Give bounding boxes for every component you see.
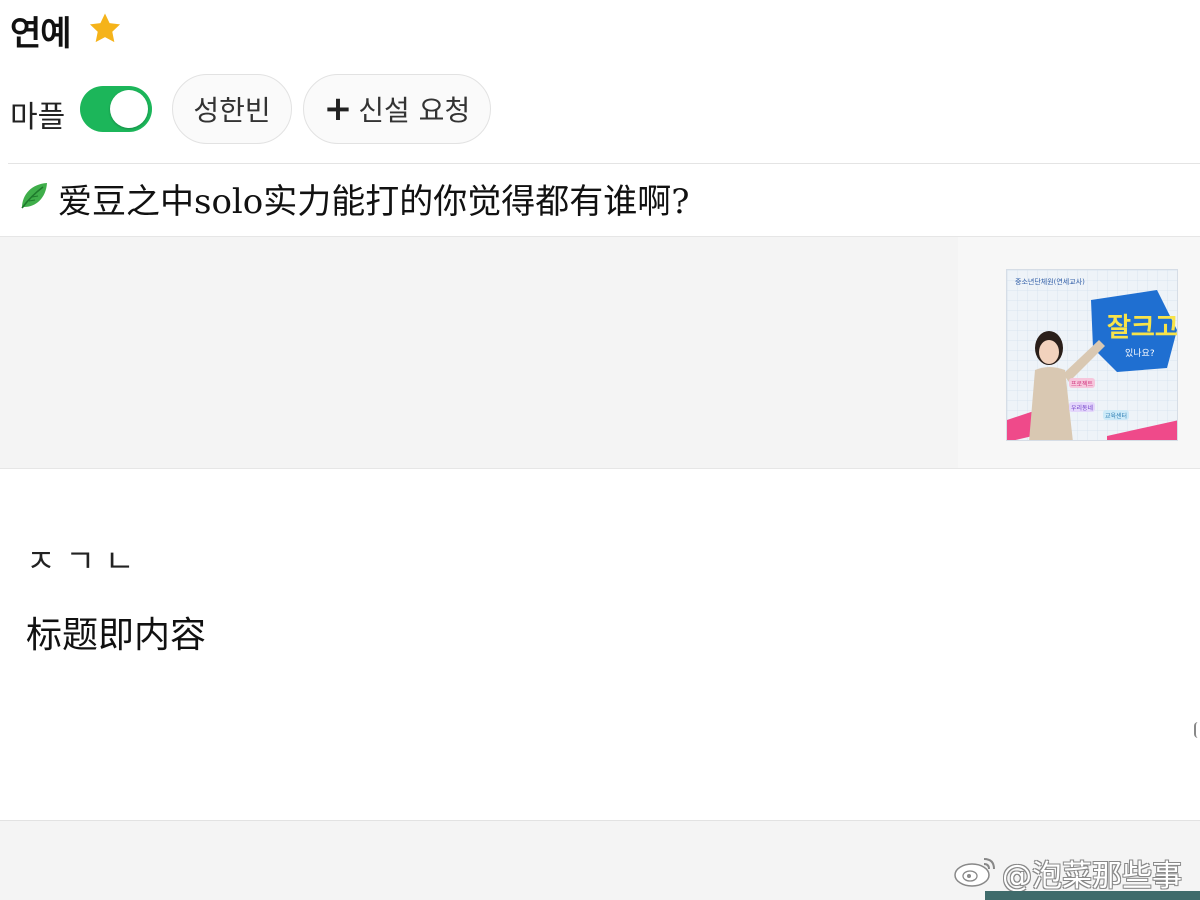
post-title-row[interactable]: 爱豆之中solo实力能打的你觉得都有谁啊?: [0, 164, 1200, 236]
mapeul-toggle[interactable]: [80, 86, 152, 132]
star-icon[interactable]: [86, 10, 124, 48]
thumbnail-illustration: 중소년단체원(연세교사) 잘크고 있나요? 프로젝트 우리동네 교육센터: [1007, 270, 1178, 440]
thumbnail-tag-3: 교육센터: [1105, 412, 1127, 420]
thumbnail-tag-1: 프로젝트: [1071, 380, 1094, 388]
post-body-jamo: ㅈㄱㄴ: [26, 542, 145, 580]
board-header: 연예: [0, 0, 1200, 62]
plus-icon: +: [323, 89, 353, 129]
scroll-indicator: [1194, 722, 1200, 738]
thumbnail-headline: 잘크고: [1107, 313, 1178, 343]
post-body-text: 标题即内容: [26, 615, 207, 656]
thumbnail-area: 중소년단체원(연세교사) 잘크고 있나요? 프로젝트 우리동네 교육센터: [958, 237, 1200, 468]
member-chip-label: 성한빈: [193, 94, 271, 127]
bottom-band: @泡菜那些事: [0, 820, 1200, 900]
leaf-icon: [21, 183, 47, 209]
thumbnail-subline: 있나요?: [1125, 347, 1155, 359]
member-chip[interactable]: 성한빈: [172, 74, 292, 144]
watermark-text: @泡菜那些事: [1002, 859, 1182, 894]
request-chip-label: 신설 요청: [358, 94, 471, 127]
thumbnail-tag-2: 우리동네: [1071, 404, 1093, 412]
mapeul-label: 마플: [10, 100, 66, 135]
media-band: 중소년단체원(연세교사) 잘크고 있나요? 프로젝트 우리동네 교육센터: [0, 236, 1200, 469]
weibo-icon: [954, 858, 995, 887]
new-board-request-button[interactable]: + 신설 요청: [303, 74, 491, 144]
thumbnail-top-text: 중소년단체원(연세교사): [1015, 277, 1085, 286]
board-title: 연예: [10, 14, 72, 54]
toggle-knob: [110, 90, 148, 128]
filter-row: 마플 성한빈 + 신설 요청: [0, 72, 1200, 148]
post-thumbnail[interactable]: 중소년단체원(연세교사) 잘크고 있나요? 프로젝트 우리동네 교육센터: [1006, 269, 1178, 441]
corner-bar: [985, 891, 1200, 900]
post-title: 爱豆之中solo实力能打的你觉得都有谁啊?: [58, 182, 690, 222]
